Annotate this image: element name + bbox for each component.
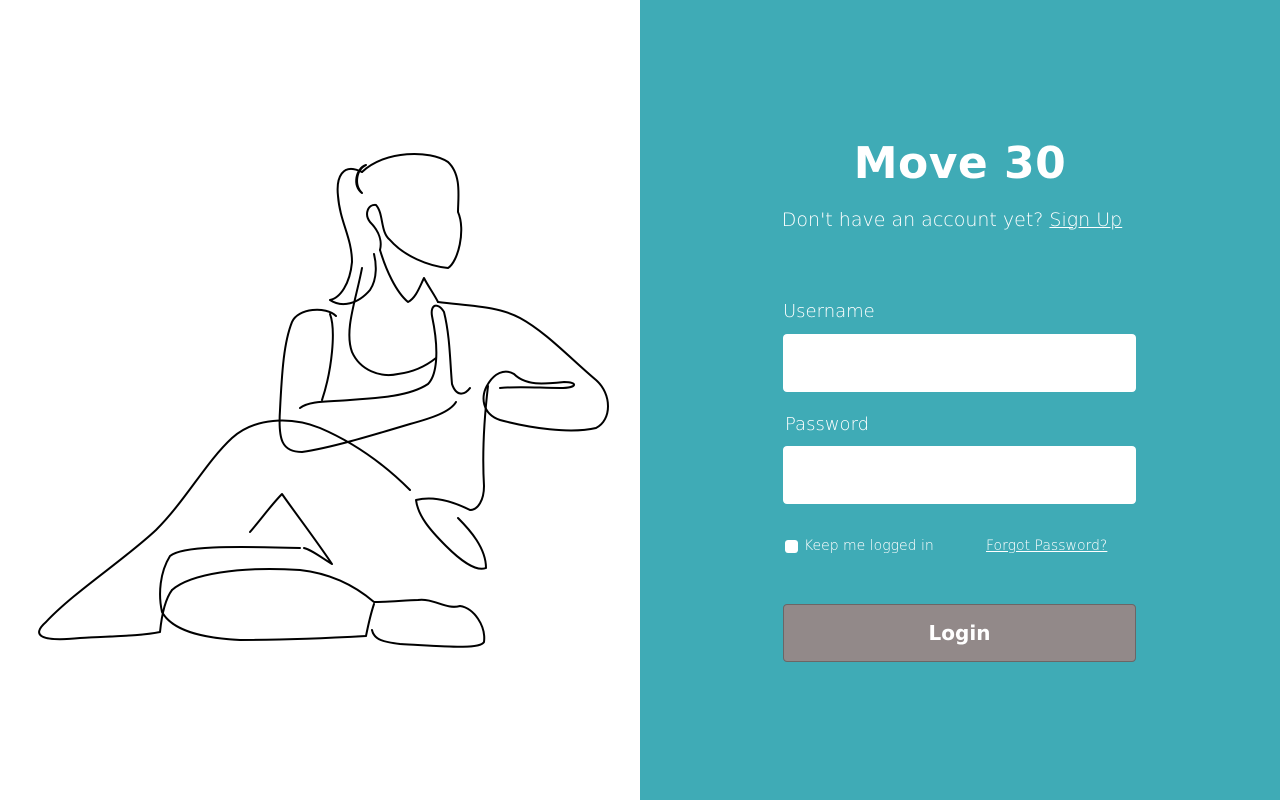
username-input[interactable] bbox=[783, 334, 1136, 392]
login-page: Move 30 Don't have an account yet? Sign … bbox=[0, 0, 1280, 800]
signup-prompt: Don't have an account yet? Sign Up bbox=[640, 209, 1264, 231]
login-options: Keep me logged in Forgot Password? bbox=[785, 538, 1145, 558]
signup-link[interactable]: Sign Up bbox=[1049, 209, 1122, 231]
password-label: Password bbox=[785, 414, 870, 435]
no-account-text: Don't have an account yet? bbox=[781, 209, 1044, 231]
login-button[interactable]: Login bbox=[783, 604, 1136, 662]
username-label: Username bbox=[783, 301, 875, 322]
yoga-woman-icon bbox=[38, 153, 609, 648]
keep-logged-in-label: Keep me logged in bbox=[804, 538, 934, 554]
forgot-password-link[interactable]: Forgot Password? bbox=[986, 538, 1107, 554]
app-title: Move 30 bbox=[853, 138, 1067, 189]
illustration-panel bbox=[0, 0, 640, 800]
password-input[interactable] bbox=[783, 446, 1136, 504]
login-panel: Move 30 Don't have an account yet? Sign … bbox=[640, 0, 1280, 800]
keep-logged-in-checkbox[interactable] bbox=[785, 540, 798, 553]
